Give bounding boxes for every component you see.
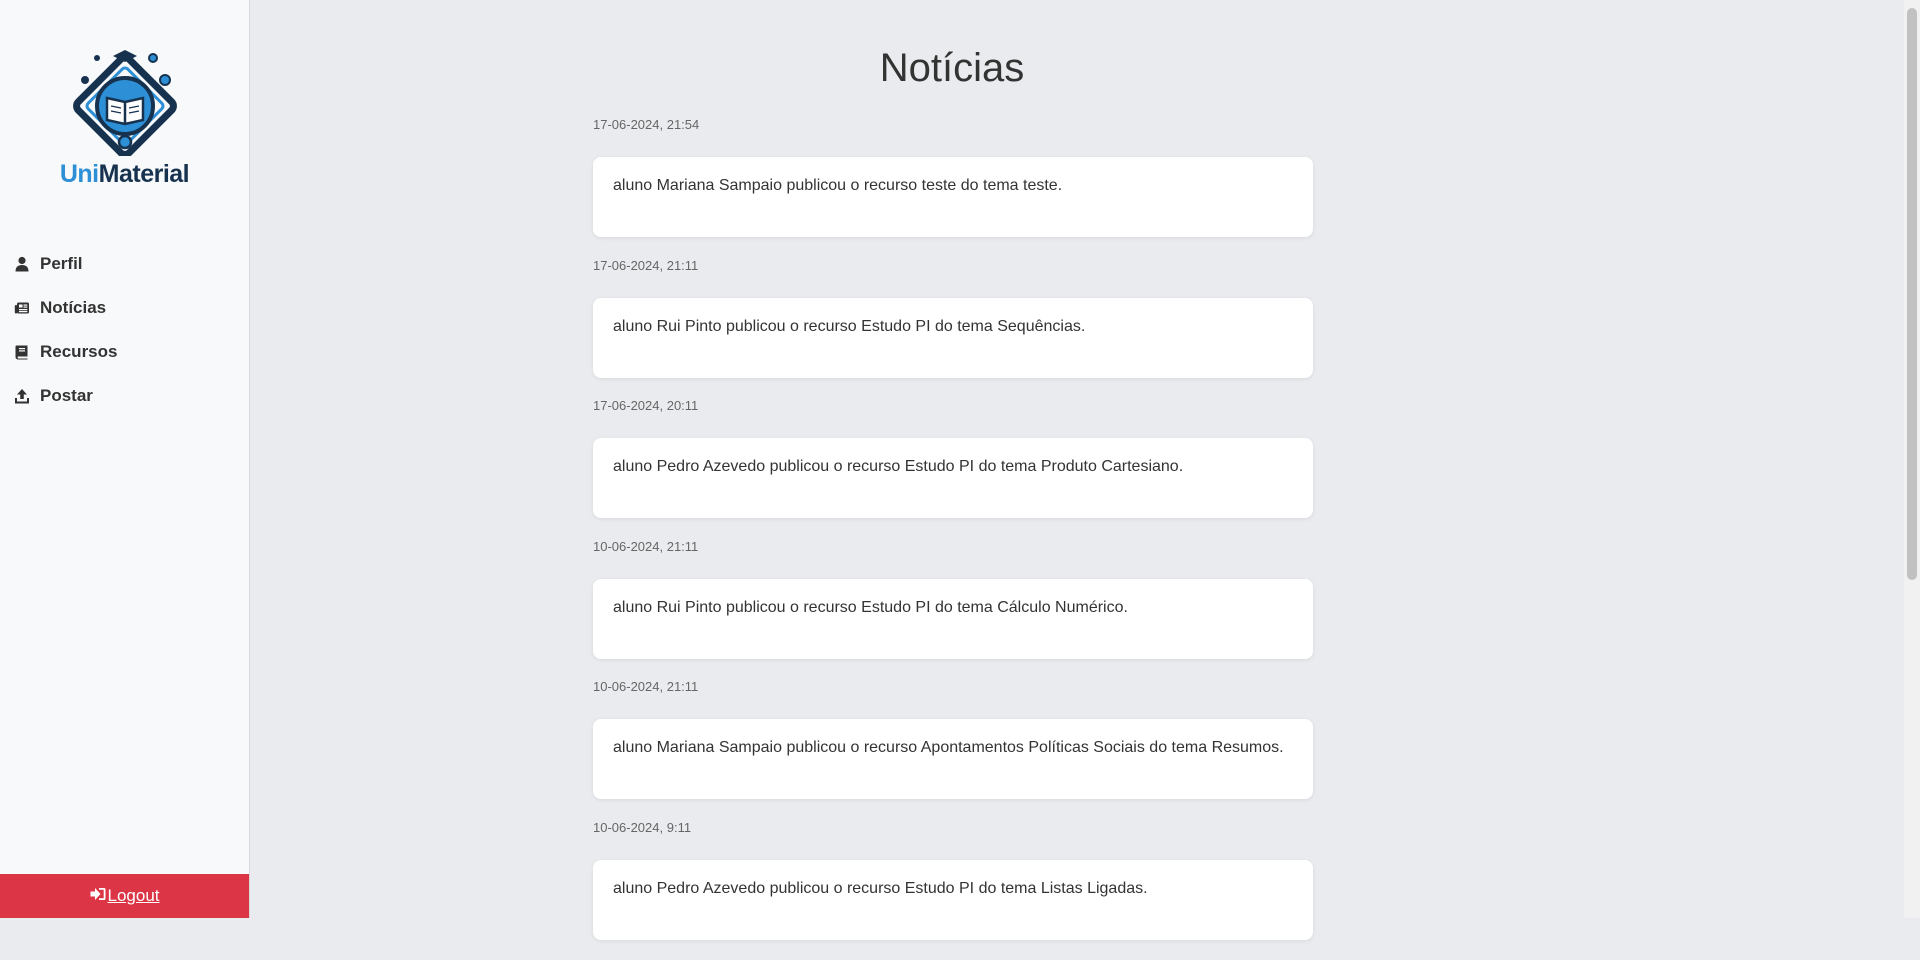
sidebar-item-label: Postar xyxy=(40,386,93,406)
news-card: aluno Pedro Azevedo publicou o recurso E… xyxy=(593,438,1313,518)
news-card: aluno Pedro Azevedo publicou o recurso E… xyxy=(593,860,1313,940)
logout-label: Logout xyxy=(108,886,160,906)
news-item: 17-06-2024, 21:54 aluno Mariana Sampaio … xyxy=(593,117,1313,258)
logo-emblem-icon xyxy=(63,44,187,156)
sidebar-item-postar[interactable]: Postar xyxy=(0,374,249,418)
news-date: 17-06-2024, 21:54 xyxy=(593,117,1313,145)
news-date: 10-06-2024, 21:11 xyxy=(593,539,1313,567)
news-card: aluno Rui Pinto publicou o recurso Estud… xyxy=(593,579,1313,659)
sidebar-nav: Perfil Notícias Recursos Postar xyxy=(0,242,249,418)
logout-button[interactable]: Logout xyxy=(0,874,249,918)
sidebar-item-label: Notícias xyxy=(40,298,106,318)
news-feed: 17-06-2024, 21:54 aluno Mariana Sampaio … xyxy=(593,117,1313,960)
brand-name-part1: Uni xyxy=(60,160,99,188)
news-item: 17-06-2024, 21:11 aluno Rui Pinto public… xyxy=(593,258,1313,399)
news-card: aluno Mariana Sampaio publicou o recurso… xyxy=(593,157,1313,237)
sidebar: UniMaterial Perfil Notícias Recursos Pos… xyxy=(0,0,250,918)
scrollbar-thumb[interactable] xyxy=(1907,8,1917,580)
news-card: aluno Mariana Sampaio publicou o recurso… xyxy=(593,719,1313,799)
sidebar-item-recursos[interactable]: Recursos xyxy=(0,330,249,374)
upload-icon xyxy=(14,388,30,404)
book-icon xyxy=(14,344,30,360)
news-date: 17-06-2024, 20:11 xyxy=(593,398,1313,426)
news-item: 10-06-2024, 21:11 aluno Rui Pinto public… xyxy=(593,539,1313,680)
news-card: aluno Rui Pinto publicou o recurso Estud… xyxy=(593,298,1313,378)
news-date: 17-06-2024, 21:11 xyxy=(593,258,1313,286)
sidebar-item-label: Perfil xyxy=(40,254,83,274)
news-item: 17-06-2024, 20:11 aluno Pedro Azevedo pu… xyxy=(593,398,1313,539)
news-item: 10-06-2024, 9:11 aluno Pedro Azevedo pub… xyxy=(593,820,1313,960)
news-date: 10-06-2024, 9:11 xyxy=(593,820,1313,848)
main-content: Notícias 17-06-2024, 21:54 aluno Mariana… xyxy=(249,0,1904,918)
news-item: 10-06-2024, 21:11 aluno Mariana Sampaio … xyxy=(593,679,1313,820)
news-date: 10-06-2024, 21:11 xyxy=(593,679,1313,707)
user-icon xyxy=(14,256,30,272)
logo[interactable]: UniMaterial xyxy=(0,44,249,189)
sidebar-item-label: Recursos xyxy=(40,342,117,362)
sidebar-item-noticias[interactable]: Notícias xyxy=(0,286,249,330)
newspaper-icon xyxy=(14,300,30,316)
page-title: Notícias xyxy=(249,46,1655,91)
sign-out-icon xyxy=(90,886,106,906)
brand-name: UniMaterial xyxy=(0,160,249,189)
sidebar-item-perfil[interactable]: Perfil xyxy=(0,242,249,286)
brand-name-part2: Material xyxy=(99,160,189,188)
vertical-scrollbar[interactable] xyxy=(1904,0,1920,918)
